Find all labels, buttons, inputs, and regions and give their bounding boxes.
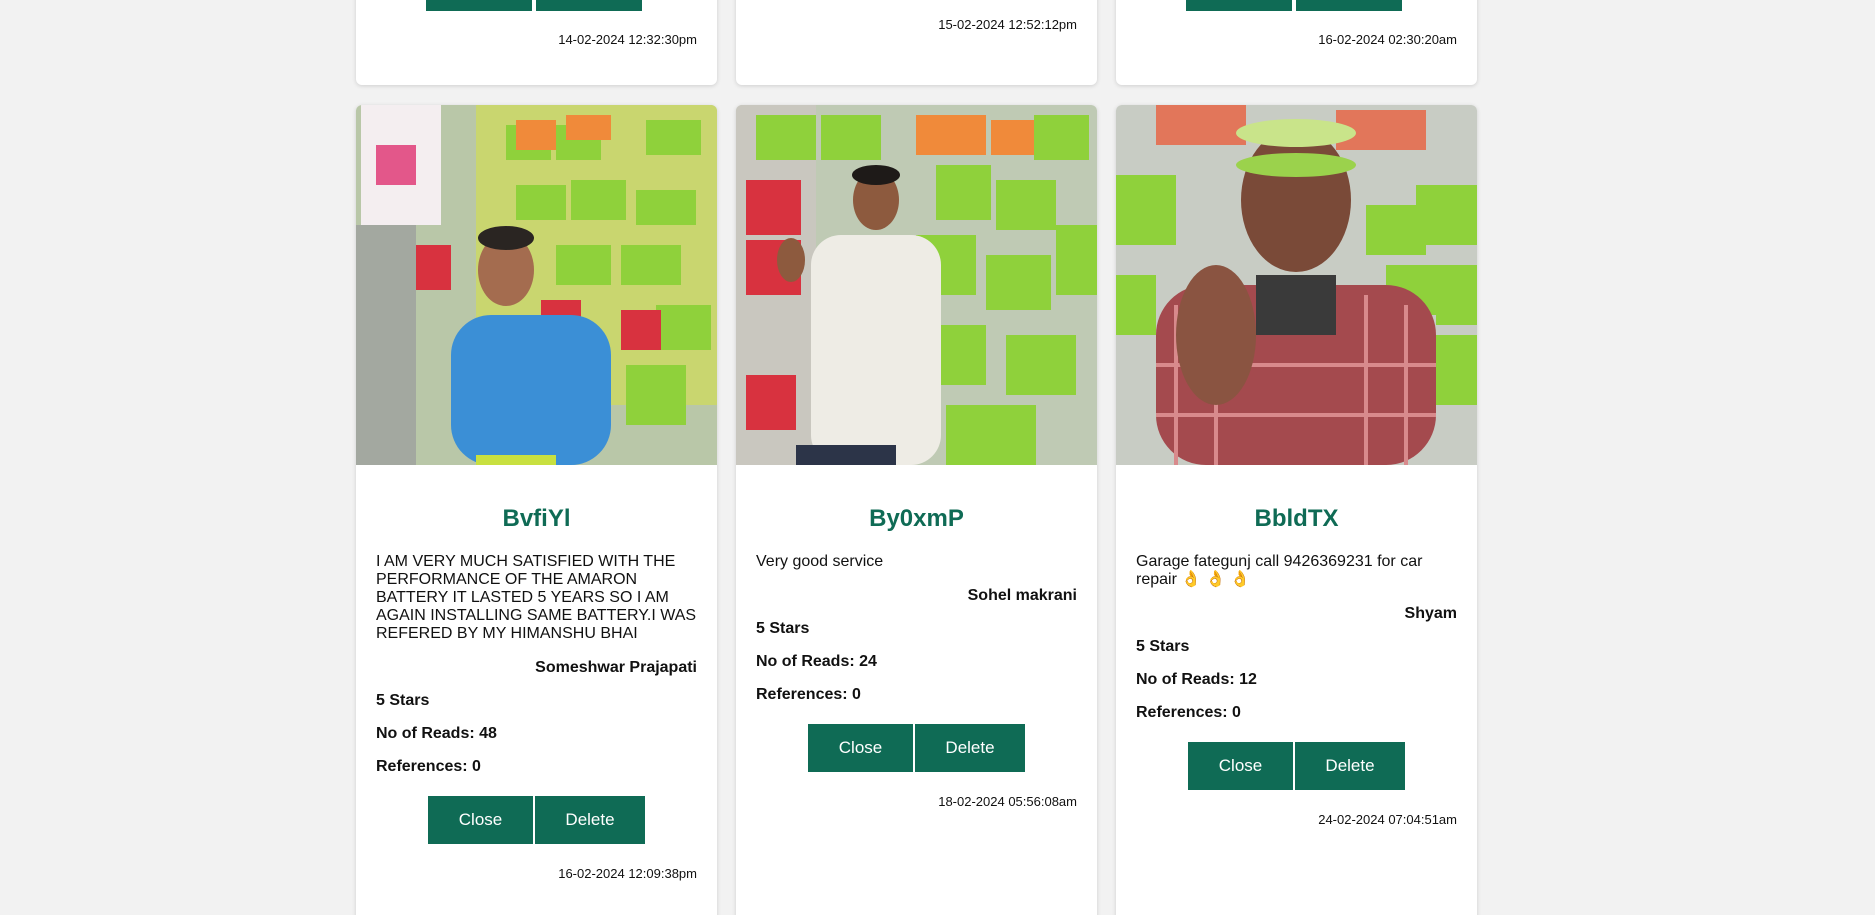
customer-photo [1116,105,1477,465]
reference-count: References: 0 [1136,704,1241,721]
delete-button[interactable]: Delete [535,796,645,844]
reference-count: References: 0 [756,686,861,703]
close-button[interactable] [426,0,532,11]
timestamp: 16-02-2024 12:09:38pm [558,866,697,881]
reviewer-name: Shyam [1404,605,1457,622]
card-actions: Close Delete [376,796,697,844]
review-text: Garage fategunj call 9426369231 for car … [1136,553,1423,588]
review-card: BbldTX Garage fategunj call 9426369231 f… [1116,105,1477,915]
close-button[interactable] [1186,0,1292,11]
review-code: By0xmP [869,505,964,532]
review-code: BvfiYl [502,505,571,532]
timestamp: 14-02-2024 12:32:30pm [558,32,697,47]
review-card-partial: 14-02-2024 12:32:30pm [356,0,717,85]
review-text: Very good service [756,553,884,570]
star-rating: 5 Stars [1136,638,1190,655]
delete-button[interactable]: Delete [915,724,1025,772]
close-button[interactable]: Close [808,724,913,772]
delete-button[interactable] [1296,0,1402,11]
customer-photo [356,105,717,465]
timestamp: 15-02-2024 12:52:12pm [938,17,1077,32]
customer-photo [736,105,1097,465]
card-actions: Close Delete [756,724,1077,772]
card-actions: Close Delete [1136,742,1457,790]
timestamp: 16-02-2024 02:30:20am [1318,32,1457,47]
timestamp: 24-02-2024 07:04:51am [1318,812,1457,827]
star-rating: 5 Stars [756,620,810,637]
star-rating: 5 Stars [376,692,430,709]
review-card-partial: 15-02-2024 12:52:12pm [736,0,1097,85]
review-card-partial: 16-02-2024 02:30:20am [1116,0,1477,85]
read-count: No of Reads: 24 [756,653,877,670]
close-button[interactable]: Close [1188,742,1293,790]
review-code: BbldTX [1254,505,1339,532]
review-text: I AM VERY MUCH SATISFIED WITH THE PERFOR… [376,553,697,642]
read-count: No of Reads: 12 [1136,671,1257,688]
close-button[interactable]: Close [428,796,533,844]
timestamp: 18-02-2024 05:56:08am [938,794,1077,809]
review-card: By0xmP Very good service Sohel makrani 5… [736,105,1097,915]
reference-count: References: 0 [376,758,481,775]
review-card: BvfiYl I AM VERY MUCH SATISFIED WITH THE… [356,105,717,915]
delete-button[interactable] [536,0,642,11]
read-count: No of Reads: 48 [376,725,497,742]
reviewer-name: Someshwar Prajapati [535,659,697,676]
delete-button[interactable]: Delete [1295,742,1405,790]
reviewer-name: Sohel makrani [967,587,1077,604]
